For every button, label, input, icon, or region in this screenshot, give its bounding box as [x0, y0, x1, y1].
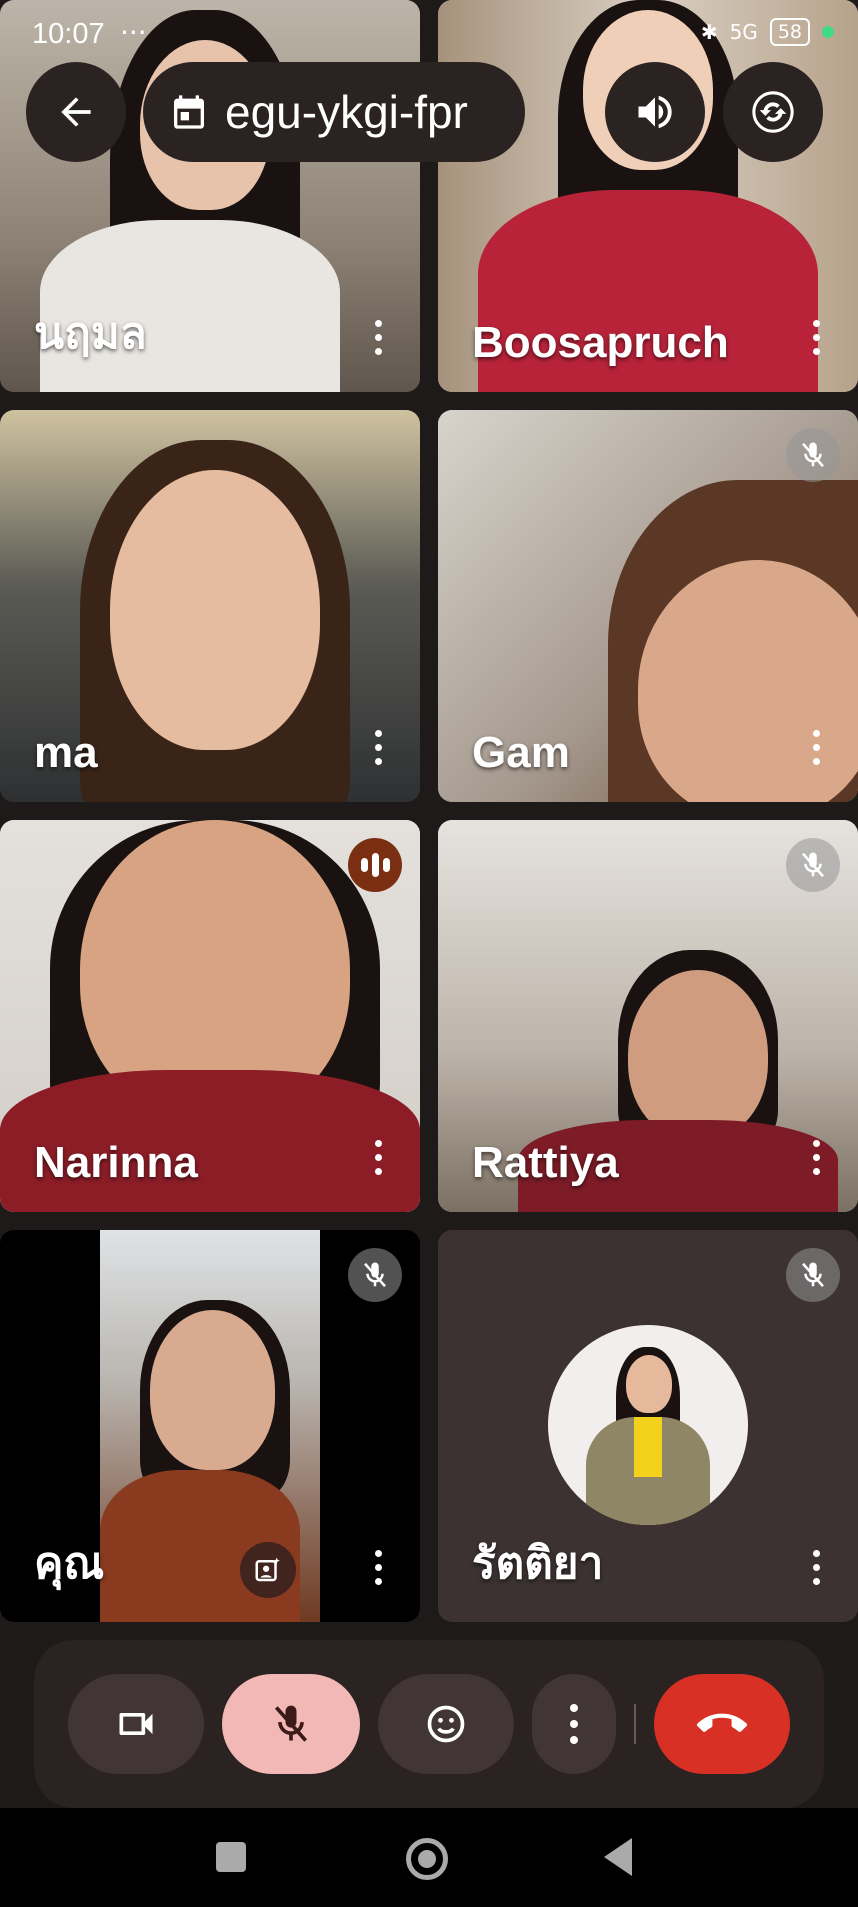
emoji-icon	[427, 1705, 465, 1743]
end-call-icon	[697, 1713, 747, 1732]
end-call-button[interactable]	[654, 1674, 790, 1774]
avatar-shirt	[634, 1417, 662, 1477]
mic-off-icon	[802, 1262, 824, 1288]
participant-tile[interactable]: Gam	[438, 410, 858, 802]
mic-off-icon	[802, 852, 824, 878]
status-time: 10:07	[32, 18, 105, 50]
tile-more-button[interactable]	[810, 320, 822, 360]
participant-name: Gam	[472, 728, 570, 777]
volume-icon	[638, 95, 672, 129]
tile-more-button[interactable]	[372, 1550, 384, 1590]
notification-dots: ···	[120, 16, 147, 49]
bluetooth-icon: ✱	[700, 20, 718, 44]
tile-more-button[interactable]	[372, 730, 384, 770]
participant-tile[interactable]: รัตติยา	[438, 1230, 858, 1622]
privacy-dot	[822, 26, 834, 38]
speaking-indicator-icon	[348, 838, 402, 892]
home-button[interactable]	[406, 1838, 448, 1880]
participant-name: Narinna	[34, 1138, 198, 1187]
portrait-effects-icon	[255, 1557, 280, 1582]
call-control-bar	[34, 1640, 824, 1808]
avatar	[548, 1325, 748, 1525]
more-options-button[interactable]	[532, 1674, 616, 1774]
participant-name: รัตติยา	[472, 1539, 604, 1588]
video-face	[110, 470, 320, 750]
back-nav-button[interactable]	[604, 1838, 632, 1876]
mic-toggle-button[interactable]	[222, 1674, 360, 1774]
battery-indicator: 58	[769, 18, 810, 46]
participant-tile[interactable]: ma	[0, 410, 420, 802]
arrow-back-icon	[61, 97, 91, 127]
participant-name: Boosapruch	[472, 318, 729, 367]
calendar-icon	[174, 95, 204, 129]
participant-name: นฤมล	[34, 309, 147, 358]
mic-off-icon	[802, 442, 824, 468]
back-button[interactable]	[26, 62, 126, 162]
tile-more-button[interactable]	[372, 320, 384, 360]
participant-name: คุณ	[34, 1539, 105, 1588]
more-vert-icon	[570, 1704, 578, 1744]
system-nav-bar	[0, 1808, 858, 1907]
participant-name: ma	[34, 728, 98, 777]
audio-output-button[interactable]	[605, 62, 705, 162]
tile-more-button[interactable]	[372, 1140, 384, 1180]
camera-toggle-button[interactable]	[68, 1674, 204, 1774]
self-view-tile[interactable]: คุณ	[0, 1230, 420, 1622]
switch-camera-icon	[752, 91, 794, 133]
muted-badge	[786, 1248, 840, 1302]
tile-more-button[interactable]	[810, 1550, 822, 1590]
tile-more-button[interactable]	[810, 1140, 822, 1180]
switch-camera-button[interactable]	[723, 62, 823, 162]
video-face	[628, 970, 768, 1140]
participant-tile[interactable]: Rattiya	[438, 820, 858, 1212]
camera-icon	[119, 1713, 153, 1735]
network-label: 5G	[729, 20, 758, 44]
reactions-button[interactable]	[378, 1674, 514, 1774]
control-divider	[634, 1704, 636, 1744]
participant-name: Rattiya	[472, 1138, 619, 1187]
muted-badge	[786, 428, 840, 482]
tile-more-button[interactable]	[810, 730, 822, 770]
participant-tile[interactable]: Narinna	[0, 820, 420, 1212]
recents-button[interactable]	[216, 1842, 246, 1872]
meeting-code: egu-ykgi-fpr	[225, 86, 468, 138]
video-face	[150, 1310, 275, 1470]
avatar-face	[626, 1355, 672, 1413]
meeting-code-pill[interactable]: egu-ykgi-fpr	[143, 62, 525, 162]
status-icons: ✱ 5G 58	[701, 18, 834, 46]
mic-off-icon	[364, 1262, 386, 1288]
effects-button[interactable]	[240, 1542, 296, 1598]
muted-badge	[786, 838, 840, 892]
mic-off-icon	[274, 1705, 308, 1742]
muted-badge	[348, 1248, 402, 1302]
